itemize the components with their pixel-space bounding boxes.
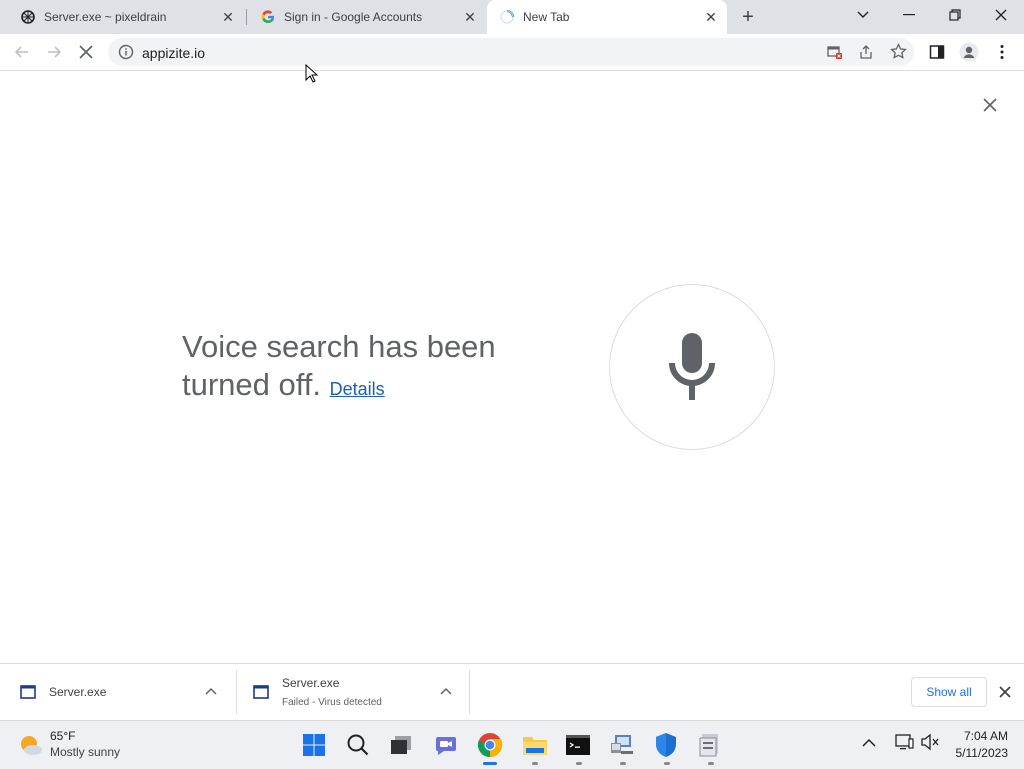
chrome-icon[interactable] bbox=[474, 729, 506, 761]
tab-title: New Tab bbox=[523, 10, 570, 24]
download-bar: Server.exe Server.exe Failed - Virus det… bbox=[0, 663, 1024, 721]
close-download-bar-icon[interactable] bbox=[999, 685, 1011, 703]
microphone-icon bbox=[669, 333, 715, 400]
tab-search-chevron-icon[interactable] bbox=[840, 0, 886, 30]
tab-pixeldrain[interactable]: Server.exe ~ pixeldrain ✕ bbox=[0, 0, 244, 34]
taskbar: 65°F Mostly sunny 7:04 AM 5/11/2023 bbox=[0, 720, 1024, 769]
running-app-indicator bbox=[664, 762, 670, 765]
mouse-cursor-icon bbox=[305, 64, 319, 83]
bookmark-star-icon[interactable] bbox=[890, 42, 907, 65]
file-explorer-icon[interactable] bbox=[519, 729, 551, 761]
running-app-indicator bbox=[576, 762, 582, 765]
task-view-icon[interactable] bbox=[385, 729, 417, 761]
download-item[interactable]: Server.exe bbox=[0, 664, 236, 721]
new-tab-plus-icon[interactable]: + bbox=[736, 5, 760, 29]
tab-new-tab[interactable]: New Tab ✕ bbox=[487, 0, 727, 34]
close-tab-icon[interactable]: ✕ bbox=[460, 7, 480, 27]
weather-description: Mostly sunny bbox=[50, 745, 121, 759]
pixeldrain-icon bbox=[20, 9, 36, 25]
details-link[interactable]: Details bbox=[330, 379, 385, 399]
tab-strip: Server.exe ~ pixeldrain ✕ Sign in - Goog… bbox=[0, 0, 1024, 34]
blocked-popups-icon[interactable] bbox=[826, 44, 844, 65]
download-item[interactable]: Server.exe Failed - Virus detected bbox=[237, 664, 469, 721]
stop-loading-icon[interactable] bbox=[72, 38, 100, 66]
chevron-up-icon[interactable] bbox=[205, 684, 217, 698]
minimize-icon[interactable] bbox=[886, 0, 932, 30]
show-all-button[interactable]: Show all bbox=[911, 677, 987, 707]
running-app-indicator bbox=[620, 762, 626, 765]
partly-sunny-icon bbox=[21, 736, 42, 755]
google-icon bbox=[260, 9, 276, 25]
microphone-button[interactable] bbox=[609, 284, 775, 450]
network-status-icon[interactable] bbox=[894, 733, 914, 756]
browser-toolbar: appizite.io bbox=[0, 34, 1024, 71]
download-status: Failed - Virus detected bbox=[282, 697, 382, 708]
close-tab-icon[interactable]: ✕ bbox=[701, 7, 721, 27]
running-app-indicator bbox=[708, 762, 714, 765]
download-filename: Server.exe bbox=[49, 685, 107, 699]
close-voice-search-icon[interactable] bbox=[980, 95, 1000, 115]
forward-arrow-icon[interactable] bbox=[40, 38, 68, 66]
site-info-icon[interactable] bbox=[118, 44, 134, 65]
download-filename: Server.exe bbox=[282, 676, 340, 690]
teams-chat-icon[interactable] bbox=[430, 729, 462, 761]
back-arrow-icon[interactable] bbox=[8, 38, 36, 66]
running-app-indicator bbox=[532, 762, 538, 765]
close-tab-icon[interactable]: ✕ bbox=[218, 7, 238, 27]
tab-title: Sign in - Google Accounts bbox=[284, 10, 423, 24]
share-icon[interactable] bbox=[858, 44, 874, 65]
weather-temp: 65°F bbox=[50, 729, 76, 743]
app-manager-icon[interactable] bbox=[694, 729, 726, 761]
close-window-icon[interactable] bbox=[978, 0, 1024, 30]
windows-security-shield-icon[interactable] bbox=[650, 729, 682, 761]
chevron-up-icon[interactable] bbox=[440, 684, 452, 698]
network-computer-icon[interactable] bbox=[606, 729, 638, 761]
show-hidden-icons-chevron-icon[interactable] bbox=[862, 735, 876, 753]
tab-title: Server.exe ~ pixeldrain bbox=[44, 10, 167, 24]
clock-time: 7:04 AM bbox=[963, 729, 1008, 743]
file-icon bbox=[253, 685, 269, 702]
search-icon[interactable] bbox=[342, 729, 374, 761]
active-app-indicator bbox=[483, 762, 497, 765]
clock-date: 5/11/2023 bbox=[955, 746, 1009, 760]
tab-google-accounts[interactable]: Sign in - Google Accounts ✕ bbox=[240, 0, 486, 34]
menu-kebab-icon[interactable] bbox=[988, 38, 1016, 66]
command-prompt-icon[interactable] bbox=[562, 729, 594, 761]
url-text: appizite.io bbox=[142, 45, 206, 61]
download-divider bbox=[469, 670, 470, 714]
address-bar[interactable]: appizite.io bbox=[108, 38, 914, 66]
loading-spinner-icon bbox=[499, 9, 515, 25]
weather-widget[interactable]: 65°F Mostly sunny bbox=[10, 727, 140, 763]
file-icon bbox=[20, 685, 36, 702]
windows-start-icon[interactable] bbox=[298, 729, 330, 761]
side-panel-icon[interactable] bbox=[923, 38, 951, 66]
profile-avatar-icon[interactable] bbox=[955, 38, 983, 66]
restore-icon[interactable] bbox=[932, 0, 978, 30]
volume-muted-icon[interactable] bbox=[920, 733, 940, 756]
voice-search-message: Voice search has been turned off. Detail… bbox=[182, 328, 582, 408]
